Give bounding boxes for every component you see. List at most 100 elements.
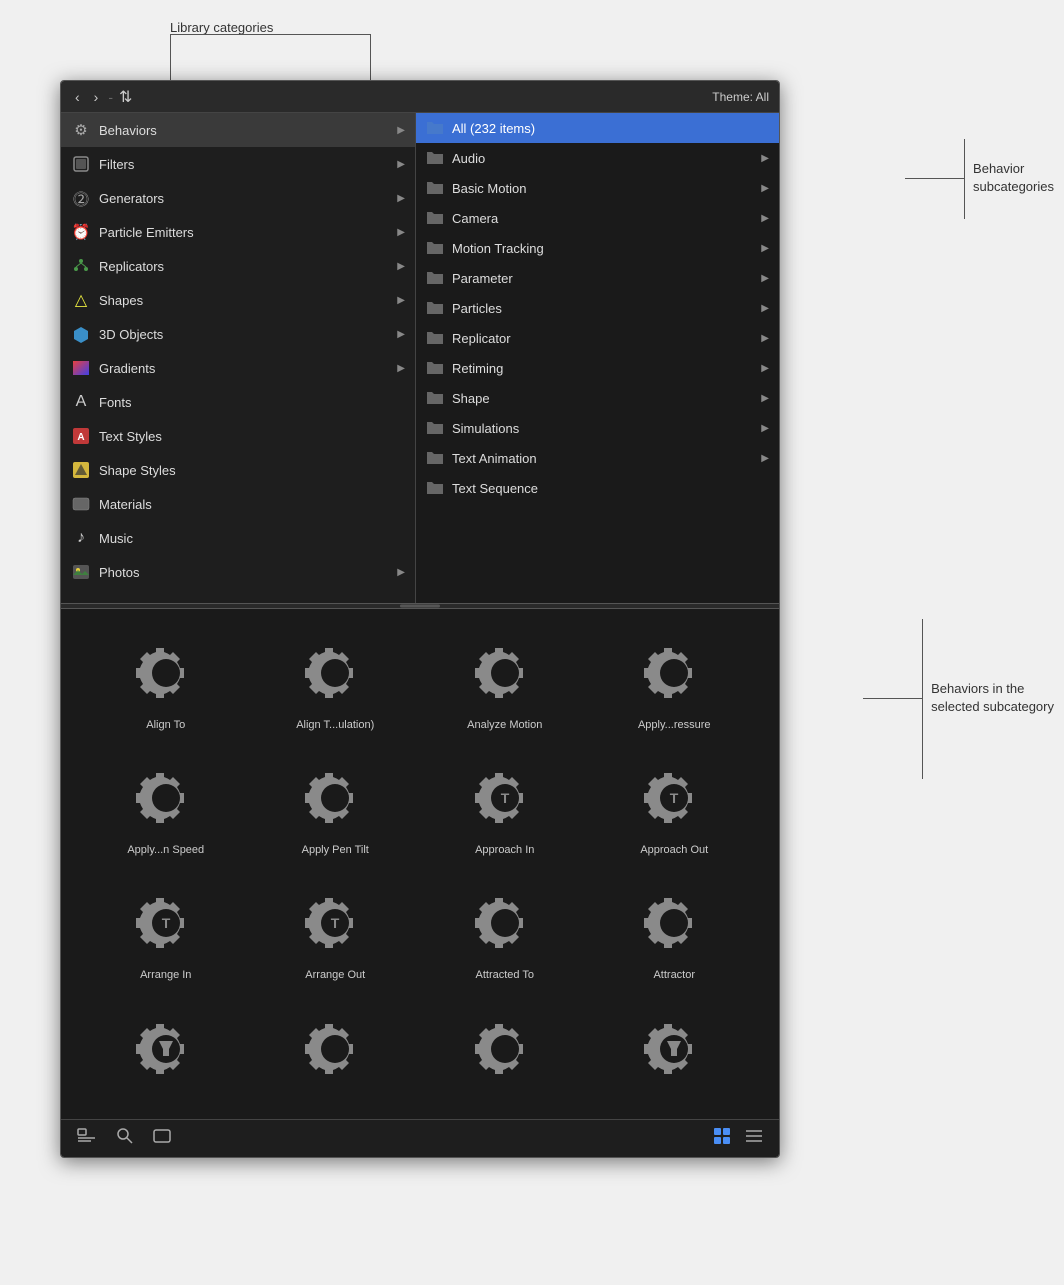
grid-label-approach-in: Approach In xyxy=(475,844,534,857)
behaviors-chevron: ▶ xyxy=(397,125,405,136)
sidebar-label-particle-emitters: Particle Emitters xyxy=(99,225,194,240)
sidebar-label-music: Music xyxy=(99,531,133,546)
subcategory-label-text-animation: Text Animation xyxy=(452,451,537,466)
subcategory-simulations[interactable]: Simulations ▶ xyxy=(416,413,779,443)
grid-label-align-t-ulation: Align T...ulation) xyxy=(296,719,374,732)
subcategory-motion-tracking[interactable]: Motion Tracking ▶ xyxy=(416,233,779,263)
text-animation-chevron: ▶ xyxy=(761,453,769,464)
forward-button[interactable]: › xyxy=(90,87,103,107)
3d-objects-chevron: ▶ xyxy=(397,329,405,340)
grid-item-row4-3[interactable] xyxy=(420,1001,590,1103)
subcategory-text-sequence[interactable]: Text Sequence xyxy=(416,473,779,503)
shapes-chevron: ▶ xyxy=(397,295,405,306)
grid-item-row4-2[interactable] xyxy=(251,1001,421,1103)
grid-label-apply-pen-tilt: Apply Pen Tilt xyxy=(302,844,369,857)
particle-emitters-icon: ⏰ xyxy=(71,222,91,242)
back-button[interactable]: ‹ xyxy=(71,87,84,107)
sidebar-item-photos[interactable]: Photos ▶ xyxy=(61,555,415,589)
grid-label-arrange-in: Arrange In xyxy=(140,969,191,982)
grid-item-apply-ressure[interactable]: Apply...ressure xyxy=(590,625,760,740)
sidebar-item-filters[interactable]: Filters ▶ xyxy=(61,147,415,181)
sidebar-label-replicators: Replicators xyxy=(99,259,164,274)
subcategory-label-audio: Audio xyxy=(452,151,485,166)
sidebar-item-replicators[interactable]: Replicators ▶ xyxy=(61,249,415,283)
subcategory-audio[interactable]: Audio ▶ xyxy=(416,143,779,173)
sidebar-item-behaviors[interactable]: ⚙ Behaviors ▶ xyxy=(61,113,415,147)
subcategory-label-all: All (232 items) xyxy=(452,121,535,136)
sidebar-item-music[interactable]: ♪ Music xyxy=(61,521,415,555)
grid-view-button[interactable] xyxy=(711,1125,733,1152)
sidebar-label-shape-styles: Shape Styles xyxy=(99,463,176,478)
svg-text:T: T xyxy=(670,790,679,806)
sidebar-label-gradients: Gradients xyxy=(99,361,155,376)
bottom-toolbar xyxy=(61,1119,779,1157)
search-button[interactable] xyxy=(115,1126,135,1151)
filters-chevron: ▶ xyxy=(397,159,405,170)
photos-icon xyxy=(71,562,91,582)
header-bar: ‹ › - ⇅ Theme: All xyxy=(61,81,779,113)
grid-item-align-to[interactable]: Align To xyxy=(81,625,251,740)
grid-item-align-t-ulation[interactable]: Align T...ulation) xyxy=(251,625,421,740)
sidebar-item-text-styles[interactable]: A Text Styles xyxy=(61,419,415,453)
grid-item-apply-n-speed[interactable]: Apply...n Speed xyxy=(81,750,251,865)
theme-selector[interactable]: Theme: All xyxy=(712,90,769,104)
grid-label-attractor: Attractor xyxy=(653,969,695,982)
toolbar-left-buttons xyxy=(75,1126,173,1151)
sidebar-item-3d-objects[interactable]: 3D Objects ▶ xyxy=(61,317,415,351)
generators-icon: ⓶ xyxy=(71,188,91,208)
subcategory-basic-motion[interactable]: Basic Motion ▶ xyxy=(416,173,779,203)
parameter-chevron: ▶ xyxy=(761,273,769,284)
grid-item-arrange-out[interactable]: T Arrange Out xyxy=(251,875,421,990)
subcategory-retiming[interactable]: Retiming ▶ xyxy=(416,353,779,383)
shape-chevron: ▶ xyxy=(761,393,769,404)
sidebar-label-fonts: Fonts xyxy=(99,395,132,410)
shape-styles-icon xyxy=(71,460,91,480)
sidebar-label-3d-objects: 3D Objects xyxy=(99,327,163,342)
grid-item-apply-pen-tilt[interactable]: Apply Pen Tilt xyxy=(251,750,421,865)
subcategory-replicator[interactable]: Replicator ▶ xyxy=(416,323,779,353)
preview-button[interactable] xyxy=(151,1126,173,1151)
3d-objects-icon xyxy=(71,324,91,344)
grid-item-attractor[interactable]: Attractor xyxy=(590,875,760,990)
sidebar-item-gradients[interactable]: Gradients ▶ xyxy=(61,351,415,385)
add-to-library-button[interactable] xyxy=(75,1126,99,1151)
grid-item-attracted-to[interactable]: Attracted To xyxy=(420,875,590,990)
grid-item-analyze-motion[interactable]: Analyze Motion xyxy=(420,625,590,740)
grid-item-approach-out[interactable]: T Approach Out xyxy=(590,750,760,865)
music-icon: ♪ xyxy=(71,528,91,548)
annotation-behaviors-in-subcategory-text: Behaviors in theselected subcategory xyxy=(931,681,1054,714)
subcategory-text-animation[interactable]: Text Animation ▶ xyxy=(416,443,779,473)
sidebar-label-filters: Filters xyxy=(99,157,134,172)
arrange-button[interactable]: ⇅ xyxy=(119,87,132,107)
subcategory-label-replicator: Replicator xyxy=(452,331,511,346)
subcategory-parameter[interactable]: Parameter ▶ xyxy=(416,263,779,293)
sidebar-item-shape-styles[interactable]: Shape Styles xyxy=(61,453,415,487)
subcategory-shape[interactable]: Shape ▶ xyxy=(416,383,779,413)
nav-controls: ‹ › - ⇅ xyxy=(71,87,132,107)
sidebar-item-fonts[interactable]: A Fonts xyxy=(61,385,415,419)
subcategory-label-parameter: Parameter xyxy=(452,271,513,286)
sidebar-item-materials[interactable]: Materials xyxy=(61,487,415,521)
annotation-behavior-subcategories-text: Behaviorsubcategories xyxy=(973,161,1054,194)
grid-item-arrange-in[interactable]: T Arrange In xyxy=(81,875,251,990)
subcategory-all[interactable]: All (232 items) xyxy=(416,113,779,143)
sidebar-item-shapes[interactable]: △ Shapes ▶ xyxy=(61,283,415,317)
sidebar-label-behaviors: Behaviors xyxy=(99,123,157,138)
grid-item-row4-1[interactable] xyxy=(81,1001,251,1103)
grid-item-row4-4[interactable] xyxy=(590,1001,760,1103)
list-view-button[interactable] xyxy=(743,1127,765,1150)
nav-separator: - xyxy=(108,89,113,105)
gradients-chevron: ▶ xyxy=(397,363,405,374)
sidebar-item-particle-emitters[interactable]: ⏰ Particle Emitters ▶ xyxy=(61,215,415,249)
subcategory-particles[interactable]: Particles ▶ xyxy=(416,293,779,323)
grid-item-approach-in[interactable]: T Approach In xyxy=(420,750,590,865)
materials-icon xyxy=(71,494,91,514)
sidebar-label-photos: Photos xyxy=(99,565,139,580)
panel-divider xyxy=(61,603,779,609)
main-panel: ⚙ Behaviors ▶ Filters ▶ xyxy=(61,113,779,603)
sidebar-item-generators[interactable]: ⓶ Generators ▶ xyxy=(61,181,415,215)
sidebar-label-generators: Generators xyxy=(99,191,164,206)
replicators-icon xyxy=(71,256,91,276)
particles-chevron: ▶ xyxy=(761,303,769,314)
subcategory-camera[interactable]: Camera ▶ xyxy=(416,203,779,233)
